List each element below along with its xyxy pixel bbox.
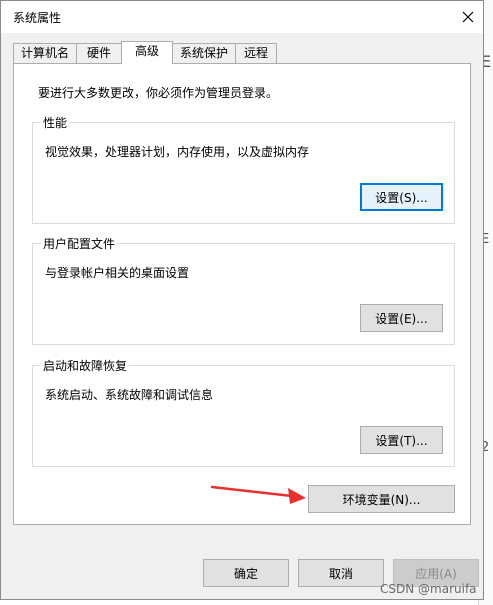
ok-button[interactable]: 确定 (203, 559, 289, 587)
tab-system-protection[interactable]: 系统保护 (172, 43, 236, 63)
window-title: 系统属性 (13, 11, 62, 25)
user-profiles-settings-button[interactable]: 设置(E)... (360, 304, 443, 332)
performance-description: 视觉效果，处理器计划，内存使用，以及虚拟内存 (45, 145, 310, 159)
user-profiles-group: 用户配置文件 与登录帐户相关的桌面设置 设置(E)... (32, 235, 455, 345)
title-bar: 系统属性 (1, 1, 483, 33)
close-icon (462, 11, 474, 23)
tab-remote[interactable]: 远程 (235, 43, 277, 63)
performance-settings-button[interactable]: 设置(S)... (360, 183, 443, 211)
watermark-text: CSDN @maruifa (380, 582, 477, 596)
tab-advanced[interactable]: 高级 (121, 41, 173, 64)
startup-recovery-description: 系统启动、系统故障和调试信息 (45, 388, 214, 402)
tab-computer-name[interactable]: 计算机名 (13, 43, 77, 63)
cancel-button[interactable]: 取消 (298, 559, 384, 587)
startup-recovery-group: 启动和故障恢复 系统启动、系统故障和调试信息 设置(T)... (32, 357, 455, 467)
user-profiles-group-title: 用户配置文件 (41, 235, 118, 252)
performance-group: 性能 视觉效果，处理器计划，内存使用，以及虚拟内存 设置(S)... (32, 114, 455, 224)
startup-recovery-group-title: 启动和故障恢复 (41, 357, 130, 374)
startup-recovery-settings-button[interactable]: 设置(T)... (360, 426, 443, 454)
advanced-tab-panel: 要进行大多数更改，你必须作为管理员登录。 性能 视觉效果，处理器计划，内存使用，… (13, 63, 471, 525)
performance-group-title: 性能 (41, 114, 70, 131)
tab-hardware[interactable]: 硬件 (76, 43, 122, 63)
admin-note: 要进行大多数更改，你必须作为管理员登录。 (38, 86, 279, 100)
red-arrow-annotation (210, 485, 306, 504)
environment-variables-button[interactable]: 环境变量(N)... (308, 485, 455, 513)
close-button[interactable] (453, 3, 483, 31)
user-profiles-description: 与登录帐户相关的桌面设置 (45, 266, 190, 280)
